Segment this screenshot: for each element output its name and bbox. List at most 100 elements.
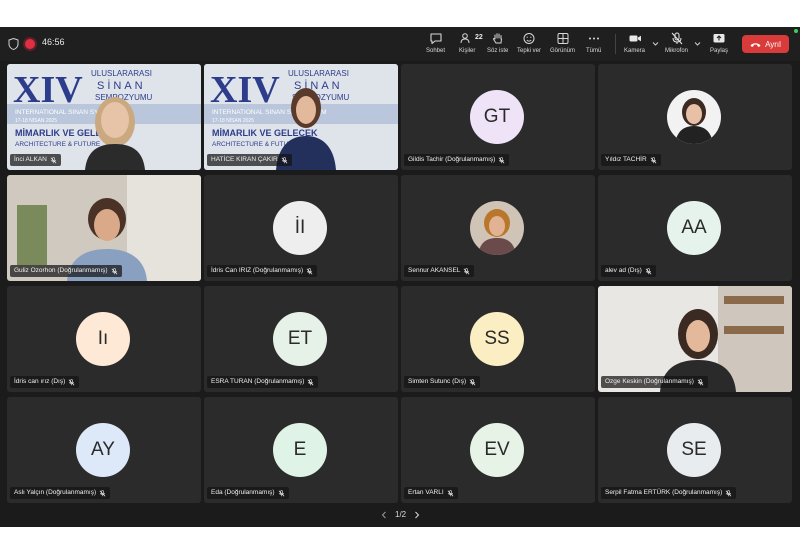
mic-off-icon [464, 267, 470, 275]
view-button[interactable]: Görünüm [550, 32, 575, 58]
chat-button[interactable]: Sohbet [426, 32, 445, 58]
participant-name-label: Ertan VARLI [404, 487, 458, 499]
participant-tile[interactable]: SS Simten Sutunc (Dış) [401, 286, 595, 392]
participant-tile[interactable]: EV Ertan VARLI [401, 397, 595, 503]
participant-avatar: ET [273, 312, 327, 366]
participant-tile[interactable]: ET ESRA TURAN (Doğrulanmamış) [204, 286, 398, 392]
mic-off-icon [278, 489, 284, 497]
participant-tile[interactable]: XIV ULUSLARARASI SİNAN SEMPOZYUMU INTERNATIO… [7, 64, 201, 170]
share-button[interactable]: Paylaş [710, 32, 728, 58]
meeting-window: 46:56 Sohbet 22 Kişiler Söz iste Tepki v… [0, 27, 800, 527]
participant-tile[interactable]: AY Aslı Yalçın (Doğrulanmamış) [7, 397, 201, 503]
participant-name-label: İdris can ırız (Dış) [10, 376, 80, 388]
participant-name-label: Aslı Yalçın (Doğrulanmamış) [10, 487, 111, 499]
participant-tile[interactable]: AA alev ad (Dış) [598, 175, 792, 281]
mic-off-icon [498, 156, 505, 164]
participant-name: Ertan VARLI [408, 489, 444, 496]
participant-avatar: E [273, 423, 327, 477]
chevron-left-icon[interactable] [381, 511, 387, 519]
share-label: Paylaş [710, 48, 729, 54]
grid-view-icon [557, 33, 568, 44]
participant-name: Gildis Tachir (Doğrulanmamış) [408, 156, 496, 163]
participant-tile[interactable]: Sennur AKANSEL [401, 175, 595, 281]
banner-date: 17-18 NİSAN 2025 [212, 117, 254, 124]
participant-tile[interactable]: GT Gildis Tachir (Doğrulanmamış) [401, 64, 595, 170]
raise-hand-label: Söz iste [487, 48, 509, 54]
participant-photo [667, 90, 721, 144]
participant-tile[interactable]: İI İdris Can IRIZ (Doğrulanmamış) [204, 175, 398, 281]
react-button[interactable]: Tepki ver [517, 32, 541, 58]
participant-name-label: Sennur AKANSEL [404, 265, 475, 277]
participant-name: İdris can ırız (Dış) [14, 378, 66, 385]
participant-name: alev ad (Dış) [605, 267, 642, 274]
mic-off-icon [447, 489, 454, 497]
participant-avatar: SS [470, 312, 524, 366]
mic-off-icon [68, 378, 75, 386]
participant-name: Eda (Doğrulanmamış) [211, 489, 275, 496]
chevron-right-icon[interactable] [414, 511, 420, 519]
participant-tile[interactable]: Iı İdris can ırız (Dış) [7, 286, 201, 392]
participant-name-label: Guliz Ozorhon (Doğrulanmamış) [10, 265, 122, 277]
camera-button[interactable]: Kamera [624, 32, 645, 58]
leave-button[interactable]: Ayrıl [742, 35, 789, 53]
status-dot [794, 29, 798, 33]
participant-name-label: Simten Sutunc (Dış) [404, 376, 481, 388]
chat-label: Sohbet [426, 48, 446, 54]
participant-name: Guliz Ozorhon (Doğrulanmamış) [14, 267, 108, 274]
shield-icon[interactable] [8, 38, 19, 50]
participant-name-label: HATİCE KIRAN ÇAKIR [207, 154, 292, 166]
mic-off-icon [306, 267, 313, 275]
participant-avatar: Iı [76, 312, 130, 366]
smile-icon [523, 33, 535, 44]
mic-label: Mikrofon [665, 48, 689, 54]
participant-name: İdris Can IRIZ (Doğrulanmamış) [211, 267, 304, 274]
banner-roman: XIV [13, 69, 83, 111]
banner-line6: ARCHITECTURE & FUTURE [15, 141, 101, 148]
people-label: Kişiler [459, 48, 476, 54]
mic-off-icon [308, 378, 314, 386]
mic-chevron-down-icon[interactable] [694, 40, 701, 47]
camera-icon [629, 35, 641, 42]
banner-line1: ULUSLARARASI [91, 69, 152, 78]
participant-name: ESRA TURAN (Doğrulanmamış) [211, 378, 305, 385]
raise-hand-button[interactable]: Söz iste [487, 32, 508, 58]
participant-tile[interactable]: Guliz Ozorhon (Doğrulanmamış) [7, 175, 201, 281]
chat-icon [429, 33, 442, 45]
mic-off-icon [645, 267, 652, 275]
people-count: 22 [475, 34, 483, 41]
mic-off-icon [50, 156, 57, 164]
participant-tile[interactable]: Ozge Keskin (Doğrulanmamış) [598, 286, 792, 392]
banner-line2: SİNAN [97, 79, 146, 92]
mic-off-icon [650, 156, 657, 164]
participant-name-label: ESRA TURAN (Doğrulanmamış) [207, 376, 319, 388]
toolbar-divider [615, 34, 616, 54]
participant-name: Simten Sutunc (Dış) [408, 378, 467, 385]
participant-avatar: SE [667, 423, 721, 477]
participant-tile[interactable]: XIV ULUSLARARASI SİNAN SEMPOZYUMU INTERNATIO… [204, 64, 398, 170]
people-button[interactable]: 22 Kişiler [459, 32, 483, 58]
participant-name-label: Eda (Doğrulanmamış) [207, 487, 289, 499]
view-label: Görünüm [550, 48, 576, 54]
participant-name-label: Yıldız TACHİR [601, 154, 661, 166]
pagination: 1/2 [381, 510, 420, 519]
banner-date: 17-18 NİSAN 2025 [15, 117, 57, 124]
participant-tile[interactable]: Yıldız TACHİR [598, 64, 792, 170]
participant-avatar: AA [667, 201, 721, 255]
banner-line1: ULUSLARARASI [288, 69, 349, 78]
more-button[interactable]: Tümü [586, 32, 601, 58]
participant-tile[interactable]: SE Serpil Fatma ERTÜRK (Doğrulanmamış) [598, 397, 792, 503]
participant-name-label: Serpil Fatma ERTÜRK (Doğrulanmamış) [601, 487, 737, 499]
meeting-toolbar: 46:56 Sohbet 22 Kişiler Söz iste Tepki v… [0, 27, 800, 61]
participant-name: İnci ALKAN [14, 156, 47, 163]
participant-name: HATİCE KIRAN ÇAKIR [211, 156, 278, 163]
profile-photo [667, 90, 721, 144]
participant-photo [470, 201, 524, 255]
meeting-timer: 46:56 [42, 37, 65, 47]
recording-indicator [25, 39, 35, 49]
participant-tile[interactable]: E Eda (Doğrulanmamış) [204, 397, 398, 503]
mic-button[interactable]: Mikrofon [665, 32, 688, 58]
share-icon [713, 34, 725, 43]
camera-chevron-down-icon[interactable] [652, 40, 659, 47]
banner-roman: XIV [210, 69, 280, 111]
more-label: Tümü [586, 48, 602, 54]
